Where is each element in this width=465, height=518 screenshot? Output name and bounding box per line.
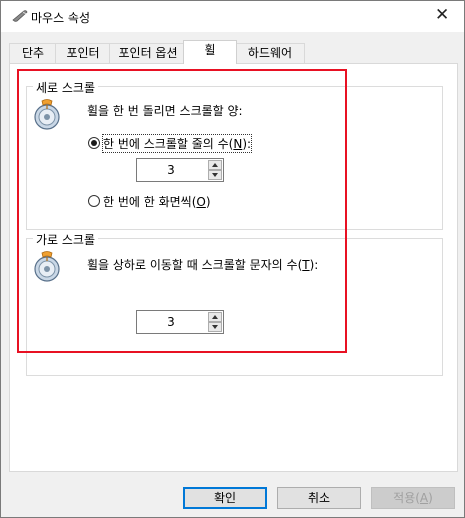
lines-label-key: N — [233, 137, 243, 151]
tab-wheel[interactable]: 휠 — [183, 40, 237, 64]
apply-key: A — [419, 491, 429, 505]
lines-spinner[interactable]: 3 — [136, 158, 224, 182]
ok-button[interactable]: 확인 — [183, 487, 267, 509]
tab-label: 단추 — [21, 46, 45, 60]
lines-radio-label[interactable]: 한 번에 스크롤할 줄의 수(N): — [101, 134, 253, 153]
tab-label: 휠 — [204, 43, 216, 57]
lines-value[interactable]: 3 — [137, 159, 205, 181]
ok-label: 확인 — [213, 491, 237, 505]
horizontal-prompt-end: ): — [309, 258, 319, 272]
lines-radio[interactable] — [88, 137, 100, 149]
vertical-prompt: 휠을 한 번 돌리면 스크롤할 양: — [87, 104, 243, 118]
screen-radio-label[interactable]: 한 번에 한 화면씩(O) — [103, 193, 211, 210]
chars-spin-down-button[interactable] — [208, 322, 222, 332]
close-button[interactable]: ✕ — [420, 1, 464, 32]
mouse-properties-dialog: 마우스 속성 ✕ 단추 포인터 포인터 옵션 휠 하드웨어 세로 스크롤 휠을 … — [0, 0, 465, 518]
lines-spin-up-button[interactable] — [208, 160, 222, 170]
apply-end: ) — [428, 491, 433, 505]
chars-value[interactable]: 3 — [137, 311, 205, 333]
chars-spinner[interactable]: 3 — [136, 310, 224, 334]
screen-radio[interactable] — [88, 195, 100, 207]
title-bar: 마우스 속성 ✕ — [1, 1, 464, 32]
mouse-wheel-icon — [34, 251, 60, 282]
tab-hardware[interactable]: 하드웨어 — [235, 43, 305, 63]
window-title: 마우스 속성 — [31, 11, 91, 25]
horizontal-prompt: 휠을 상하로 이동할 때 스크롤할 문자의 수(T): — [87, 256, 318, 273]
wheel-tab-panel: 세로 스크롤 휠을 한 번 돌리면 스크롤할 양: 한 번에 스크롤할 줄의 수… — [9, 63, 458, 472]
horizontal-prompt-text: 휠을 상하로 이동할 때 스크롤할 문자의 수( — [87, 258, 303, 272]
mouse-wheel-icon — [34, 99, 60, 130]
horizontal-group-title: 가로 스크롤 — [33, 231, 99, 248]
tab-pointer-options[interactable]: 포인터 옵션 — [109, 43, 187, 63]
tab-label: 하드웨어 — [247, 46, 293, 60]
vertical-scrolling-group: 세로 스크롤 휠을 한 번 돌리면 스크롤할 양: 한 번에 스크롤할 줄의 수… — [26, 79, 443, 230]
apply-button[interactable]: 적용(A) — [371, 487, 455, 509]
screen-label-end: ) — [205, 195, 211, 209]
screen-label-key: O — [196, 195, 206, 209]
close-icon: ✕ — [435, 5, 450, 25]
horizontal-scrolling-group: 가로 스크롤 휠을 상하로 이동할 때 스크롤할 문자의 수(T): 3 — [26, 231, 443, 376]
lines-label-text: 한 번에 스크롤할 줄의 수( — [103, 137, 234, 151]
horizontal-prompt-key: T — [302, 258, 310, 272]
tab-pointers[interactable]: 포인터 — [55, 43, 111, 63]
vertical-group-title: 세로 스크롤 — [33, 79, 99, 96]
cancel-button[interactable]: 취소 — [277, 487, 361, 509]
cancel-label: 취소 — [307, 491, 331, 505]
chars-spin-up-button[interactable] — [208, 312, 222, 322]
lines-label-end: ): — [242, 137, 252, 151]
tab-label: 포인터 옵션 — [118, 46, 178, 60]
tab-buttons[interactable]: 단추 — [9, 43, 57, 63]
mouse-icon — [12, 10, 28, 22]
screen-label-text: 한 번에 한 화면씩( — [103, 195, 197, 209]
apply-label: 적용( — [393, 491, 420, 505]
tab-label: 포인터 — [66, 46, 100, 60]
lines-spin-down-button[interactable] — [208, 170, 222, 180]
